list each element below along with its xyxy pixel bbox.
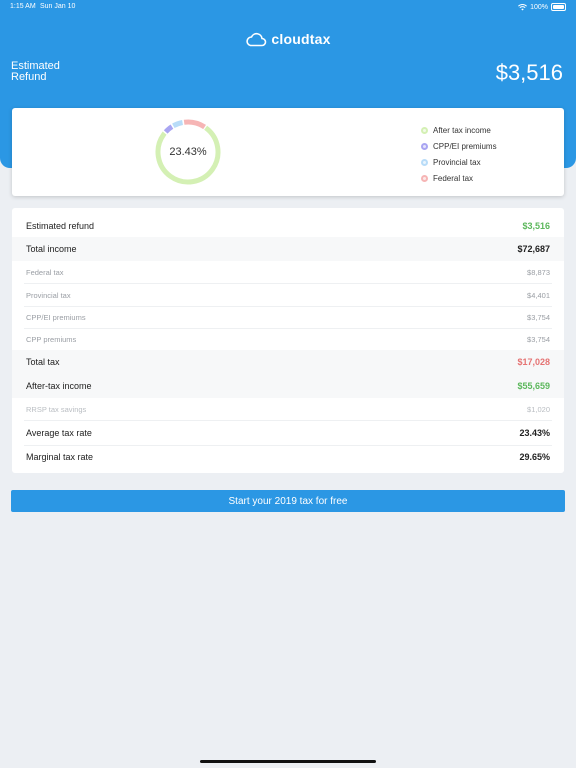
- legend-label: CPP/EI premiums: [433, 141, 497, 151]
- row-value: 29.65%: [519, 452, 550, 462]
- row-label: Average tax rate: [26, 428, 92, 438]
- legend-item: CPP/EI premiums: [421, 138, 497, 154]
- table-row: Total income $72,687: [12, 237, 564, 261]
- legend-item: After tax income: [421, 122, 497, 138]
- row-value: $3,516: [522, 220, 550, 231]
- row-label: CPP premiums: [26, 334, 77, 344]
- legend-swatch: [421, 174, 428, 182]
- estimated-refund-label: Estimated Refund: [11, 60, 60, 83]
- battery-percent: 100%: [530, 3, 548, 11]
- brand-name: cloudtax: [271, 31, 331, 47]
- tax-breakdown-chart-card: 23.43% After tax income CPP/EI premiums Pr…: [12, 108, 564, 196]
- legend-item: Federal tax: [421, 170, 497, 186]
- brand-logo: cloudtax: [0, 31, 576, 47]
- battery-icon: [551, 3, 566, 11]
- chart-legend: After tax income CPP/EI premiums Provincia…: [421, 122, 497, 186]
- row-label: Total tax: [26, 357, 60, 367]
- start-tax-button[interactable]: Start your 2019 tax for free: [11, 490, 565, 512]
- table-row: Total tax $17,028: [12, 350, 564, 374]
- legend-swatch: [421, 142, 428, 150]
- row-value: 23.43%: [519, 428, 550, 438]
- table-row: Provincial tax $4,401: [12, 284, 564, 306]
- legend-label: Provincial tax: [433, 157, 481, 167]
- table-row: Marginal tax rate 29.65%: [12, 445, 564, 469]
- wifi-icon: [518, 3, 528, 10]
- table-row: Estimated refund $3,516: [12, 213, 564, 238]
- legend-item: Provincial tax: [421, 154, 497, 170]
- row-value: $55,659: [517, 381, 550, 391]
- table-row: CPP premiums $3,754: [12, 328, 564, 350]
- status-indicators: 100%: [518, 3, 566, 11]
- table-row: RRSP tax savings $1,020: [12, 398, 564, 420]
- table-row: Average tax rate 23.43%: [12, 421, 564, 445]
- row-label: Estimated refund: [26, 220, 95, 231]
- status-bar: 1:15 AM Sun Jan 10 100%: [0, 0, 576, 14]
- cloud-icon: [246, 32, 267, 46]
- status-date: Sun Jan 10: [40, 3, 76, 10]
- legend-label: Federal tax: [433, 173, 474, 183]
- table-row: Federal tax $8,873: [12, 261, 564, 283]
- status-time: 1:15 AM: [10, 3, 36, 10]
- row-label: Federal tax: [26, 267, 64, 277]
- row-label: CPP/EI premiums: [26, 312, 86, 322]
- legend-label: After tax income: [433, 125, 491, 135]
- row-value: $17,028: [517, 357, 550, 367]
- tax-summary-table: Estimated refund $3,516 Total income $72…: [12, 208, 564, 473]
- row-label: RRSP tax savings: [26, 404, 87, 414]
- row-value: $72,687: [517, 244, 550, 254]
- estimated-refund-amount: $3,516: [495, 60, 563, 85]
- home-indicator[interactable]: [200, 760, 376, 763]
- row-label: Total income: [26, 244, 77, 254]
- legend-swatch: [421, 126, 428, 134]
- row-value: $8,873: [527, 267, 550, 277]
- row-label: After-tax income: [26, 381, 92, 391]
- row-label: Provincial tax: [26, 290, 71, 300]
- legend-swatch: [421, 158, 428, 166]
- row-value: $3,754: [527, 334, 550, 344]
- row-label: Marginal tax rate: [26, 452, 94, 462]
- row-value: $3,754: [527, 312, 550, 322]
- table-row: After-tax income $55,659: [12, 374, 564, 398]
- table-row: CPP/EI premiums $3,754: [12, 306, 564, 328]
- row-value: $4,401: [527, 290, 550, 300]
- row-value: $1,020: [527, 404, 550, 414]
- donut-center-label: 23.43%: [169, 146, 207, 158]
